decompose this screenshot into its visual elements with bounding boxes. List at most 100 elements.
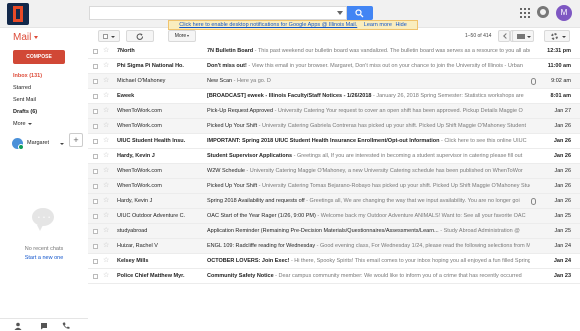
star-icon[interactable]: ☆ (103, 194, 109, 208)
select-all-button[interactable] (98, 30, 120, 42)
email-date: Jan 26 (554, 123, 571, 129)
start-new-chat-link[interactable]: Start a new one (0, 255, 88, 261)
sidebar-item-starred[interactable]: Starred (0, 82, 88, 94)
row-checkbox[interactable] (93, 273, 98, 279)
settings-button[interactable] (544, 30, 570, 42)
email-row[interactable]: ☆ Hardy, Kevin J Spring 2018 Availability … (88, 194, 580, 209)
email-subject: Application Reminder (Remaining Pre-Deci… (207, 228, 439, 234)
email-subject: Pick-Up Request Approved (207, 108, 274, 114)
sidebar-item-more[interactable]: More (0, 118, 88, 130)
row-checkbox[interactable] (93, 123, 98, 129)
email-row[interactable]: ☆ 7North 7N Bulletin Board - This past wee… (88, 44, 580, 59)
row-checkbox[interactable] (93, 48, 98, 54)
email-subject-line: New Scan - Here ya go. D (207, 74, 530, 88)
email-row[interactable]: ☆ studyabroad Application Reminder (Remain… (88, 224, 580, 239)
email-row[interactable]: ☆ UIUC Student Health Insu. IMPORTANT: Spr… (88, 134, 580, 149)
row-checkbox[interactable] (93, 153, 98, 159)
star-icon[interactable]: ☆ (103, 74, 109, 88)
row-checkbox[interactable] (93, 183, 98, 189)
star-icon[interactable]: ☆ (103, 59, 109, 73)
email-date: Jan 26 (554, 183, 571, 189)
sidebar-item-inbox[interactable]: Inbox (131) (0, 70, 88, 82)
search-input[interactable] (89, 6, 347, 20)
newer-page-button[interactable] (498, 30, 510, 42)
account-avatar[interactable]: M (556, 5, 572, 21)
star-icon[interactable]: ☆ (103, 119, 109, 133)
phone-icon[interactable] (62, 322, 70, 330)
chevron-down-icon[interactable] (60, 143, 64, 145)
chevron-down-icon (527, 35, 531, 38)
email-sender: Police Chief Matthew Myr. (117, 273, 185, 279)
row-checkbox[interactable] (93, 138, 98, 144)
chat-icon[interactable] (40, 322, 48, 330)
row-checkbox[interactable] (93, 243, 98, 249)
row-checkbox[interactable] (93, 198, 98, 204)
star-icon[interactable]: ☆ (103, 179, 109, 193)
email-row[interactable]: ☆ Eweek [BROADCAST] eweek - Illinois Facul… (88, 89, 580, 104)
row-checkbox[interactable] (93, 93, 98, 99)
pagination-text: 1–50 of 414 (465, 33, 492, 39)
enable-notifications-link[interactable]: Click here to enable desktop notificatio… (179, 22, 357, 28)
row-checkbox[interactable] (93, 63, 98, 69)
email-subject-line: [BROADCAST] eweek - Illinois Faculty/Sta… (207, 89, 530, 103)
email-row[interactable]: ☆ WhenToWork.com Pick-Up Request Approved … (88, 104, 580, 119)
star-icon[interactable]: ☆ (103, 149, 109, 163)
star-icon[interactable]: ☆ (103, 269, 109, 283)
row-checkbox[interactable] (93, 228, 98, 234)
email-row[interactable]: ☆ WhenToWork.com Picked Up Your Shift - Un… (88, 119, 580, 134)
email-row[interactable]: ☆ Kelsey Mills OCTOBER LOVERS: Join Exec! … (88, 254, 580, 269)
email-subject-line: Pick-Up Request Approved - University Ca… (207, 104, 530, 118)
star-icon[interactable]: ☆ (103, 254, 109, 268)
email-row[interactable]: ☆ WhenToWork.com W2W Schedule - University… (88, 164, 580, 179)
email-row[interactable]: ☆ Huizar, Rachel V ENGL 109: Radcliffe rea… (88, 239, 580, 254)
star-icon[interactable]: ☆ (103, 239, 109, 253)
input-tools-button[interactable] (512, 30, 534, 42)
email-row[interactable]: ☆ Phi Sigma Pi National Ho. Don't miss out… (88, 59, 580, 74)
email-row[interactable]: ☆ Hardy, Kevin J Student Supervisor Applic… (88, 149, 580, 164)
email-snippet: - Hi there, Spooky Spirits! This email c… (289, 258, 530, 264)
refresh-button[interactable] (126, 30, 154, 42)
more-actions-button[interactable]: More (168, 30, 196, 42)
star-icon[interactable]: ☆ (103, 224, 109, 238)
new-chat-button[interactable]: + (69, 133, 83, 147)
email-snippet: - Study Abroad Administration @ (438, 228, 520, 234)
email-subject-line: Application Reminder (Remaining Pre-Deci… (207, 224, 530, 238)
row-checkbox[interactable] (93, 108, 98, 114)
person-icon[interactable] (14, 322, 22, 330)
row-checkbox[interactable] (93, 213, 98, 219)
illinois-logo[interactable] (7, 3, 29, 25)
hide-link[interactable]: Hide (395, 22, 406, 28)
email-date: Jan 25 (554, 228, 571, 234)
email-subject: ENGL 109: Radcliffe reading for Wednesda… (207, 243, 316, 249)
star-icon[interactable]: ☆ (103, 89, 109, 103)
star-icon[interactable]: ☆ (103, 134, 109, 148)
sidebar-bottom-bar (0, 318, 88, 331)
email-row[interactable]: ☆ UIUC Outdoor Adventure C. OAC Start of t… (88, 209, 580, 224)
email-date: Jan 26 (553, 138, 571, 144)
star-icon[interactable]: ☆ (103, 209, 109, 223)
star-icon[interactable]: ☆ (103, 44, 109, 58)
apps-grid-icon[interactable] (520, 8, 530, 18)
star-icon[interactable]: ☆ (103, 104, 109, 118)
email-row[interactable]: ☆ Police Chief Matthew Myr. Community Safe… (88, 269, 580, 284)
star-icon[interactable]: ☆ (103, 164, 109, 178)
mail-switcher[interactable]: Mail (13, 32, 38, 43)
compose-button[interactable]: COMPOSE (13, 50, 65, 64)
notifications-icon[interactable] (537, 6, 549, 18)
row-checkbox[interactable] (93, 78, 98, 84)
email-date: Jan 25 (554, 213, 571, 219)
more-actions-label: More (174, 33, 187, 39)
search-icon (355, 9, 364, 18)
sidebar-item-sent[interactable]: Sent Mail (0, 94, 88, 106)
row-checkbox[interactable] (93, 258, 98, 264)
sidebar-item-drafts[interactable]: Drafts (6) (0, 106, 88, 118)
email-sender: UIUC Student Health Insu. (117, 138, 186, 144)
learn-more-link[interactable]: Learn more (364, 22, 392, 28)
block-i-icon (13, 6, 23, 22)
email-row[interactable]: ☆ Michael O'Mahoney New Scan - Here ya go.… (88, 74, 580, 89)
email-snippet: - University Catering Gabriela Contreras… (257, 123, 527, 129)
email-row[interactable]: ☆ WhenToWork.com Picked Up Your Shift - Un… (88, 179, 580, 194)
row-checkbox[interactable] (93, 168, 98, 174)
search-button[interactable] (347, 6, 373, 20)
search-options-caret-icon[interactable] (337, 11, 343, 15)
